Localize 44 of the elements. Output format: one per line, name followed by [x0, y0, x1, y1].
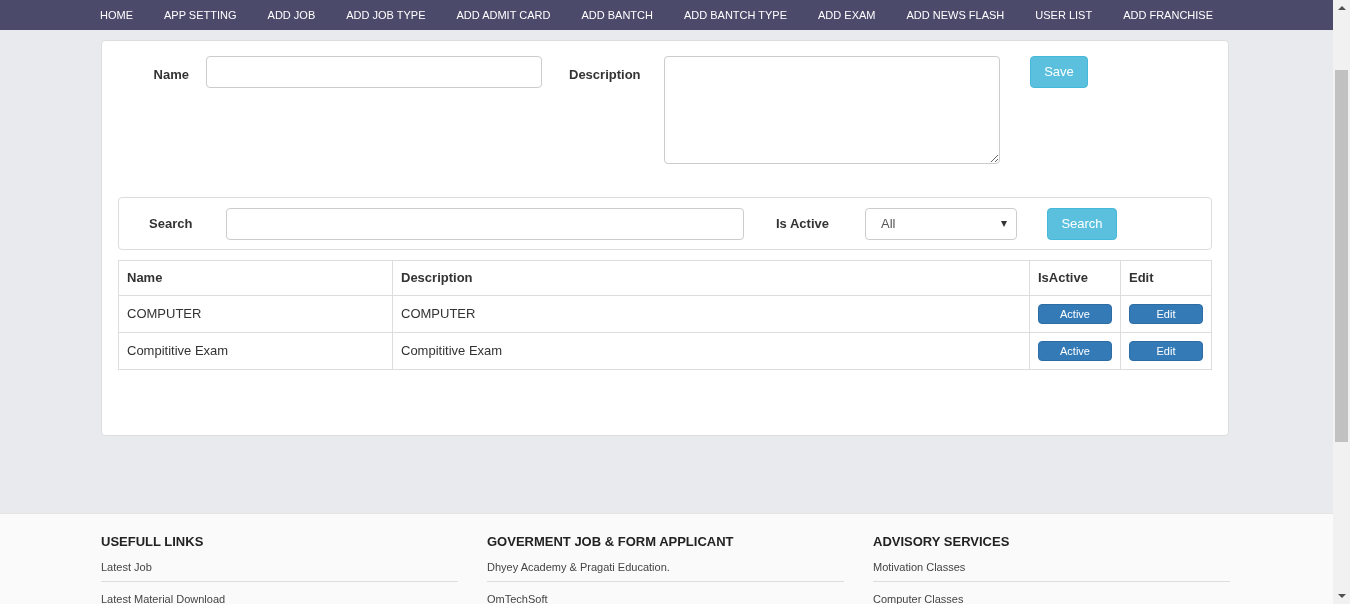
nav-link[interactable]: ADD BANTCH TYPE — [683, 6, 788, 24]
footer-link[interactable]: OmTechSoft — [487, 593, 548, 604]
scrollbar-thumb[interactable] — [1335, 70, 1348, 442]
nav-link[interactable]: ADD JOB — [267, 6, 316, 24]
description-textarea[interactable] — [664, 56, 1000, 164]
description-label: Description — [569, 66, 642, 84]
table-cell: Compititive Exam — [118, 332, 393, 370]
nav-link[interactable]: HOME — [100, 6, 133, 24]
active-button[interactable]: Active — [1038, 341, 1112, 362]
footer-heading: USEFULL LINKS — [101, 534, 205, 550]
footer-link[interactable]: Motivation Classes — [873, 561, 966, 573]
is-active-select[interactable]: All — [865, 207, 1017, 240]
name-input[interactable] — [206, 56, 542, 88]
footer-link[interactable]: Dhyey Academy & Pragati Education. — [487, 561, 670, 573]
edit-button[interactable]: Edit — [1129, 341, 1203, 362]
table-cell: COMPUTER — [392, 295, 1030, 333]
nav-link[interactable]: ADD NEWS FLASH — [906, 6, 1005, 24]
footer-link[interactable]: Latest Job — [101, 561, 152, 573]
table-cell: COMPUTER — [118, 295, 393, 333]
footer-heading: GOVERMENT JOB & FORM APPLICANT — [487, 534, 735, 550]
column-header: IsActive — [1029, 260, 1121, 296]
nav-link[interactable]: ADD BANTCH — [581, 6, 653, 24]
nav-link[interactable]: ADD EXAM — [818, 6, 876, 24]
footer-link[interactable]: Latest Material Download — [101, 593, 226, 604]
column-header: Name — [118, 260, 393, 296]
is-active-label: Is Active — [776, 214, 830, 233]
footer-heading: ADVISORY SERVICES — [873, 534, 1011, 550]
column-header: Description — [392, 260, 1030, 296]
scrollbar[interactable] — [1333, 0, 1350, 604]
nav-link[interactable]: ADD ADMIT CARD — [456, 6, 551, 24]
nav-link[interactable]: APP SETTING — [164, 6, 237, 24]
column-header: Edit — [1120, 260, 1212, 296]
dropdown-caret-icon — [1001, 220, 1007, 227]
nav-link[interactable]: USER LIST — [1035, 6, 1093, 24]
search-label: Search — [149, 214, 194, 233]
search-input[interactable] — [226, 207, 744, 240]
edit-button[interactable]: Edit — [1129, 304, 1203, 325]
scroll-up-icon[interactable] — [1337, 6, 1346, 10]
active-button[interactable]: Active — [1038, 304, 1112, 325]
name-label: Name — [152, 66, 190, 84]
nav-link[interactable]: ADD JOB TYPE — [346, 6, 426, 24]
nav-link[interactable]: ADD FRANCHISE — [1123, 6, 1213, 24]
scroll-down-icon[interactable] — [1337, 594, 1346, 598]
table-cell: Compititive Exam — [392, 332, 1030, 370]
